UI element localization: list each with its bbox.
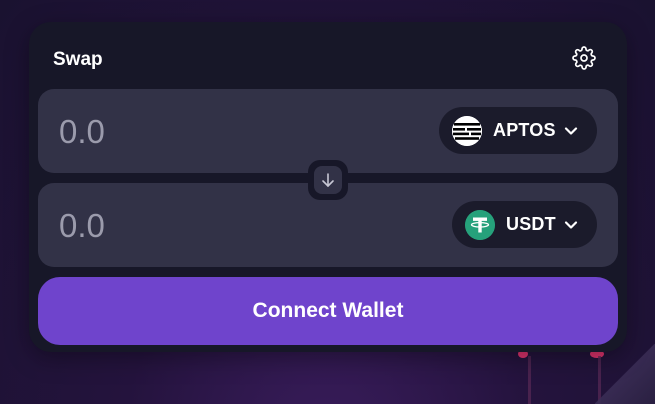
to-token-selector[interactable]: USDT (452, 201, 597, 248)
switch-direction-button[interactable] (314, 166, 342, 194)
to-amount-input[interactable] (59, 205, 359, 247)
background-corner-shape (595, 344, 655, 404)
from-amount-input[interactable] (59, 111, 359, 153)
from-token-label: APTOS (493, 120, 556, 140)
gear-icon[interactable] (572, 46, 596, 70)
background-pillar-left (528, 356, 531, 404)
tether-logo-icon (465, 209, 495, 240)
chevron-down-icon (564, 124, 578, 138)
swap-title: Swap (53, 49, 103, 70)
connect-wallet-button[interactable]: Connect Wallet (38, 277, 618, 345)
chevron-down-icon (564, 218, 578, 232)
arrow-down-icon (322, 173, 334, 187)
swap-card: Swap APTOS (29, 22, 627, 352)
to-token-label: USDT (506, 214, 556, 234)
aptos-logo-icon (452, 115, 482, 146)
switch-direction-container (308, 160, 348, 200)
from-token-selector[interactable]: APTOS (439, 107, 597, 154)
